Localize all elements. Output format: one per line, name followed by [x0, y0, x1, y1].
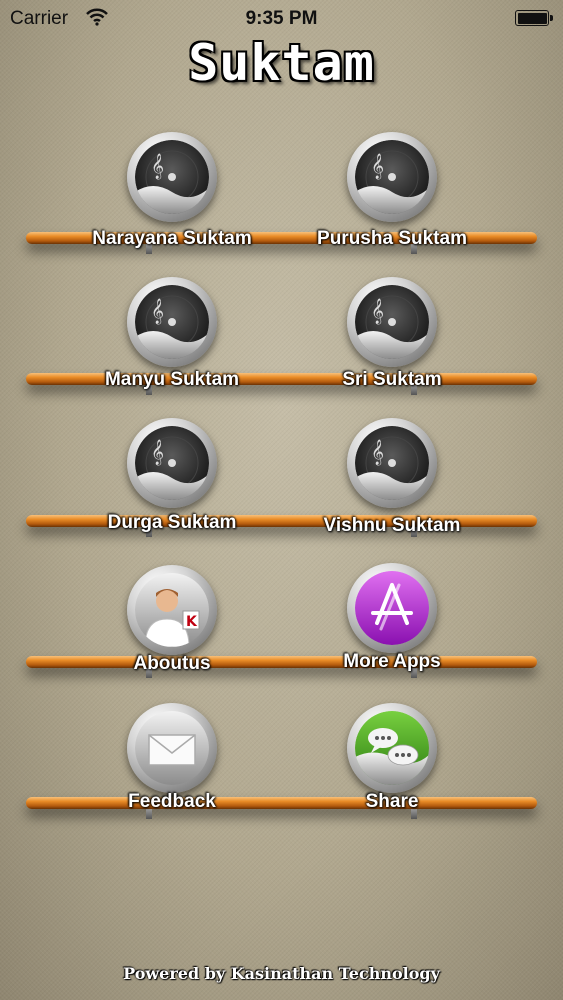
- item-label: More Apps: [343, 651, 441, 672]
- svg-text:𝄞: 𝄞: [151, 153, 164, 179]
- item-label: Share: [365, 791, 419, 812]
- music-disc-icon: 𝄞: [135, 140, 209, 214]
- battery-icon: [515, 10, 553, 26]
- narayana-suktam-button[interactable]: 𝄞 Narayana Suktam: [62, 132, 282, 252]
- mail-icon: [135, 711, 209, 785]
- svg-text:𝄞: 𝄞: [151, 298, 164, 324]
- app-store-icon: [355, 571, 429, 645]
- durga-suktam-button[interactable]: 𝄞 Durga Suktam: [62, 418, 282, 538]
- clock: 9:35 PM: [245, 8, 318, 29]
- item-label: Narayana Suktam: [92, 228, 252, 249]
- music-disc-icon: 𝄞: [135, 285, 209, 359]
- more-apps-button[interactable]: More Apps: [282, 563, 502, 683]
- music-disc-icon: 𝄞: [135, 426, 209, 500]
- music-disc-icon: 𝄞: [355, 285, 429, 359]
- svg-text:𝄞: 𝄞: [151, 439, 164, 465]
- app-title: Suktam: [188, 34, 375, 92]
- item-label: Feedback: [128, 791, 216, 812]
- manyu-suktam-button[interactable]: 𝄞 Manyu Suktam: [62, 277, 282, 397]
- music-disc-icon: 𝄞: [355, 426, 429, 500]
- footer-credit: Powered by Kasinathan Technology: [123, 964, 440, 983]
- item-label: Vishnu Suktam: [323, 515, 461, 536]
- svg-text:K: K: [186, 614, 198, 630]
- svg-text:𝄞: 𝄞: [371, 439, 384, 465]
- item-label: Durga Suktam: [107, 512, 237, 533]
- item-label: Sri Suktam: [342, 369, 442, 390]
- aboutus-button[interactable]: K Aboutus: [62, 565, 282, 685]
- vishnu-suktam-button[interactable]: 𝄞 Vishnu Suktam: [282, 418, 502, 538]
- music-disc-icon: 𝄞: [355, 140, 429, 214]
- svg-text:𝄞: 𝄞: [371, 153, 384, 179]
- sri-suktam-button[interactable]: 𝄞 Sri Suktam: [282, 277, 502, 397]
- share-button[interactable]: Share: [282, 703, 502, 823]
- person-icon: K: [135, 573, 209, 647]
- svg-text:𝄞: 𝄞: [371, 298, 384, 324]
- item-label: Purusha Suktam: [317, 228, 467, 249]
- feedback-button[interactable]: Feedback: [62, 703, 282, 823]
- chat-bubbles-icon: [355, 711, 429, 785]
- purusha-suktam-button[interactable]: 𝄞 Purusha Suktam: [282, 132, 502, 252]
- item-label: Manyu Suktam: [104, 369, 240, 390]
- item-label: Aboutus: [133, 653, 211, 674]
